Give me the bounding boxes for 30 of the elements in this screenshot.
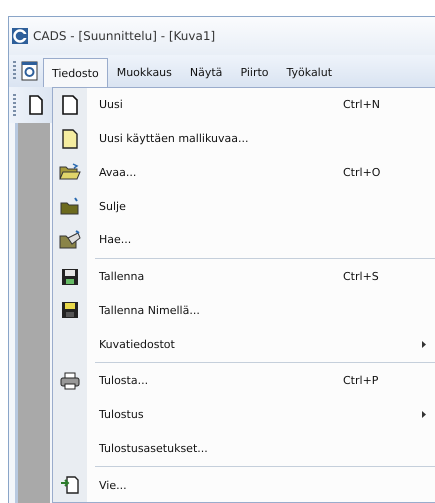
menu-bar-item[interactable]: Muokkaus — [108, 58, 181, 87]
window-title: CADS - [Suunnittelu] - [Kuva1] — [33, 29, 216, 43]
menu-bar-item[interactable]: Piirto — [231, 58, 278, 87]
folder-icon — [59, 230, 81, 250]
printer-icon — [60, 372, 80, 390]
menu-bar-item[interactable]: Työkalut — [278, 58, 342, 87]
menu-item[interactable]: Tulosta... Ctrl+P — [53, 364, 435, 398]
app-logo-icon — [11, 27, 29, 45]
menu-item[interactable]: Tallenna Nimellä... — [53, 294, 435, 328]
menu-item[interactable]: Vie... — [53, 468, 435, 502]
menu-item[interactable]: Hae... — [53, 223, 435, 257]
new-page-icon[interactable] — [28, 95, 44, 115]
page-icon — [61, 128, 79, 149]
folder-icon — [59, 197, 81, 216]
menu-item[interactable]: Avaa... Ctrl+O — [53, 156, 435, 190]
floppy-icon — [61, 268, 79, 286]
menu-item[interactable]: Sulje — [53, 189, 435, 223]
menu-item[interactable]: Tulostusasetukset... — [53, 432, 435, 466]
menu-item[interactable]: Uusi Ctrl+N — [53, 88, 435, 122]
menu-bar-item[interactable]: Näytä — [180, 58, 232, 87]
document-icon[interactable] — [20, 60, 40, 82]
page-icon — [61, 94, 79, 115]
menu-item[interactable]: Kuvatiedostot — [53, 327, 435, 361]
menu-bar-item[interactable]: Tiedosto — [43, 58, 108, 87]
floppy-icon — [61, 301, 79, 320]
folder-icon — [59, 163, 81, 182]
export-icon — [60, 475, 80, 496]
menu-item[interactable]: Tallenna Ctrl+S — [53, 260, 435, 294]
menu-item[interactable]: Uusi käyttäen mallikuvaa... — [53, 122, 435, 156]
menu-item[interactable]: Tulostus — [53, 398, 435, 432]
